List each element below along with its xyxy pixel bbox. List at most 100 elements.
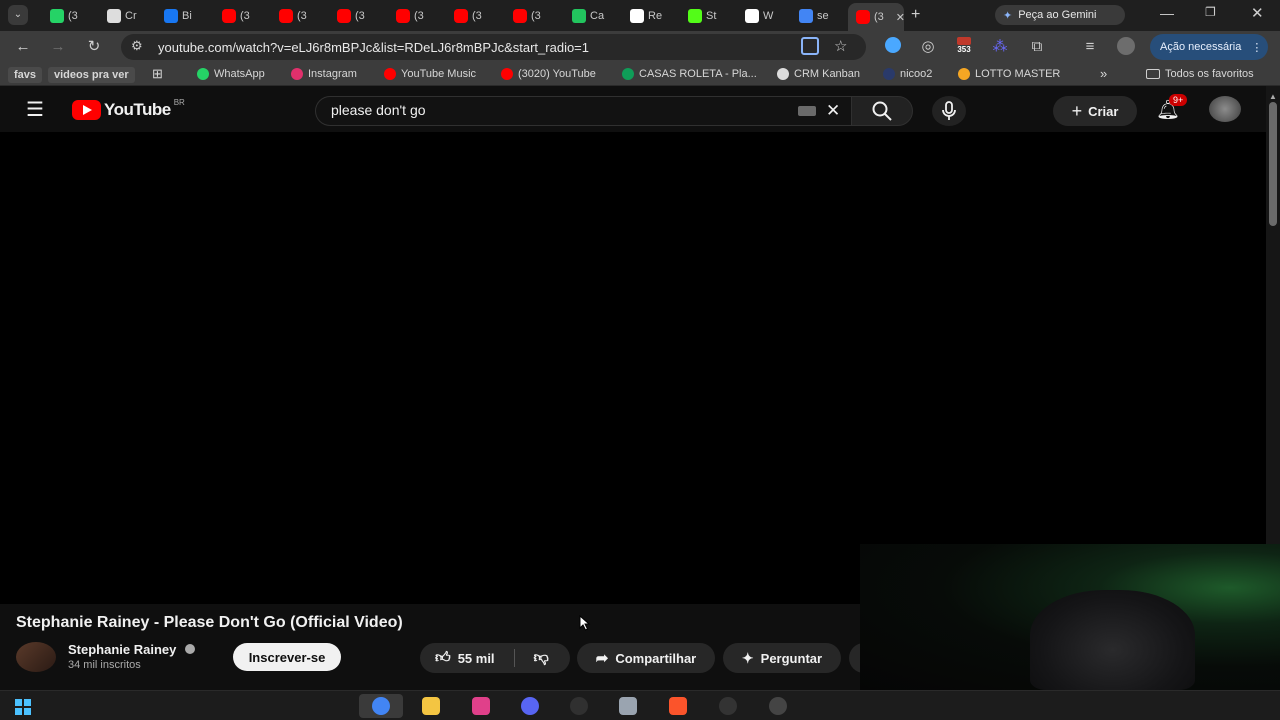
ask-label: Perguntar bbox=[760, 650, 823, 666]
bookmark-item[interactable]: videos pra ver bbox=[48, 67, 135, 83]
browser-tab[interactable]: St bbox=[680, 4, 734, 27]
gemini-button[interactable]: ✦ Peça ao Gemini bbox=[995, 5, 1125, 25]
taskbar-app[interactable] bbox=[706, 694, 750, 718]
browser-tab[interactable]: (3 ✕ bbox=[848, 3, 905, 31]
restore-icon[interactable]: ❐ bbox=[1205, 5, 1216, 19]
taskbar-app[interactable] bbox=[656, 694, 700, 718]
share-button[interactable]: ➦ Compartilhar bbox=[577, 643, 715, 673]
youtube-play-logo-icon bbox=[72, 100, 101, 120]
browser-tab[interactable]: Cr bbox=[99, 4, 153, 27]
extension-swirl-icon[interactable]: ◎ bbox=[918, 37, 938, 57]
apps-grid-icon[interactable]: ⊞ bbox=[152, 66, 163, 82]
close-tab-icon[interactable]: ✕ bbox=[896, 11, 905, 24]
account-avatar[interactable] bbox=[1209, 96, 1241, 122]
taskbar-app[interactable] bbox=[409, 694, 453, 718]
extension-badge-icon[interactable]: 353 bbox=[954, 37, 974, 57]
more-bookmarks-chevron-icon[interactable]: » bbox=[1100, 66, 1107, 81]
scroll-up-arrow-icon[interactable]: ▲ bbox=[1269, 92, 1277, 101]
tab-search-chevron-icon[interactable]: ⌄ bbox=[8, 5, 28, 25]
folder-icon bbox=[422, 697, 440, 715]
search-button[interactable] bbox=[851, 96, 913, 126]
address-bar[interactable]: ⚙ youtube.com/watch?v=eLJ6r8mBPJc&list=R… bbox=[121, 34, 866, 60]
bookmark-label: (3020) YouTube bbox=[518, 68, 596, 80]
hamburger-menu-icon[interactable]: ☰ bbox=[26, 97, 44, 122]
tab-label: Cr bbox=[125, 9, 137, 22]
bookmark-item[interactable]: YouTube Music bbox=[384, 68, 476, 80]
all-favorites-folder[interactable]: Todos os favoritos bbox=[1146, 68, 1254, 80]
bookmark-item[interactable]: WhatsApp bbox=[197, 68, 265, 80]
thumbs-down-icon[interactable]: 👎︎ bbox=[534, 649, 549, 667]
channel-avatar[interactable] bbox=[16, 642, 56, 672]
profile-avatar-icon[interactable] bbox=[1117, 37, 1135, 55]
bookmark-star-icon[interactable]: ☆ bbox=[834, 37, 847, 55]
kick-icon bbox=[688, 8, 702, 23]
taskbar-app[interactable] bbox=[606, 694, 650, 718]
menu-kebab-icon[interactable]: ⋮ bbox=[1251, 41, 1262, 54]
whatsapp-icon bbox=[197, 68, 209, 80]
bookmark-item[interactable]: favs bbox=[8, 67, 43, 83]
like-count[interactable]: 55 mil bbox=[458, 651, 495, 666]
taskbar-app[interactable] bbox=[359, 694, 403, 718]
bookmark-item[interactable]: nicoo2 bbox=[883, 68, 932, 80]
bookmark-item[interactable]: CRM Kanban bbox=[777, 68, 860, 80]
extensions-puzzle-icon[interactable]: ⧉ bbox=[1027, 37, 1047, 57]
extension-blue-icon[interactable] bbox=[885, 37, 901, 53]
browser-tab[interactable]: (3 bbox=[446, 4, 500, 27]
windows-start-icon[interactable] bbox=[15, 699, 31, 720]
action-needed-button[interactable]: Ação necessária ⋮ bbox=[1150, 34, 1268, 60]
video-player[interactable] bbox=[0, 132, 1266, 604]
browser-tab[interactable]: (3 bbox=[505, 4, 559, 27]
taskbar-app[interactable] bbox=[756, 694, 800, 718]
youtube-icon bbox=[501, 68, 513, 80]
back-arrow-icon[interactable]: ← bbox=[13, 37, 33, 57]
browser-tab[interactable]: W bbox=[737, 4, 791, 27]
taskbar-app[interactable] bbox=[557, 694, 601, 718]
cast-install-icon[interactable] bbox=[801, 37, 819, 55]
browser-tab[interactable]: Ca bbox=[564, 4, 618, 27]
channel-name[interactable]: Stephanie Rainey bbox=[68, 642, 195, 657]
ask-button[interactable]: ✦ Perguntar bbox=[723, 643, 841, 673]
bookmark-label: CRM Kanban bbox=[794, 68, 861, 80]
thumbs-up-icon[interactable]: 👍︎ bbox=[435, 649, 451, 667]
browser-tab[interactable]: (3 bbox=[388, 4, 442, 27]
keyboard-icon[interactable] bbox=[798, 106, 816, 116]
tab-label: Bi bbox=[182, 9, 192, 22]
tab-label: Re bbox=[648, 9, 663, 22]
browser-tab[interactable]: (3 bbox=[271, 4, 325, 27]
media-controls-icon[interactable]: ≡ bbox=[1080, 37, 1100, 57]
taskbar-app[interactable] bbox=[508, 694, 552, 718]
close-window-icon[interactable]: ✕ bbox=[1251, 4, 1264, 22]
youtube-logo[interactable]: YouTube BR bbox=[72, 98, 185, 120]
taskbar-app[interactable] bbox=[459, 694, 503, 718]
youtube-icon bbox=[279, 8, 293, 23]
bookmark-item[interactable]: CASAS ROLETA - Pla... bbox=[622, 68, 757, 80]
whatsapp-icon bbox=[50, 8, 64, 23]
forward-arrow-icon[interactable]: → bbox=[48, 37, 68, 57]
browser-tab[interactable]: se bbox=[791, 4, 845, 27]
search-input[interactable] bbox=[331, 102, 771, 118]
site-settings-icon[interactable]: ⚙ bbox=[131, 38, 143, 54]
new-tab-plus-icon[interactable]: + bbox=[911, 6, 920, 24]
browser-tab[interactable]: Re bbox=[622, 4, 676, 27]
reload-icon[interactable]: ↻ bbox=[84, 37, 104, 57]
subscribe-button[interactable]: Inscrever-se bbox=[233, 643, 341, 671]
create-button[interactable]: + Criar bbox=[1053, 96, 1137, 126]
minimize-icon[interactable]: — bbox=[1160, 5, 1174, 21]
notifications-button[interactable]: 🔔︎ 9+ bbox=[1156, 94, 1188, 122]
browser-tab[interactable]: (3 bbox=[214, 4, 268, 27]
microphone-icon bbox=[942, 101, 956, 120]
extension-wave-icon[interactable]: ⁂ bbox=[990, 37, 1010, 57]
bookmark-item[interactable]: Instagram bbox=[291, 68, 357, 80]
browser-tab[interactable]: Bi bbox=[156, 4, 210, 27]
browser-tab[interactable]: (3 bbox=[42, 4, 96, 27]
scrollbar-thumb[interactable] bbox=[1269, 102, 1277, 226]
browser-tab[interactable]: (3 bbox=[329, 4, 383, 27]
verified-check-icon bbox=[185, 644, 195, 654]
clear-search-icon[interactable]: ✕ bbox=[826, 101, 840, 121]
url-text: youtube.com/watch?v=eLJ6r8mBPJc&list=RDe… bbox=[158, 40, 590, 55]
share-label: Compartilhar bbox=[615, 650, 697, 666]
bookmark-item[interactable]: (3020) YouTube bbox=[501, 68, 596, 80]
notepad-icon bbox=[619, 697, 637, 715]
voice-search-button[interactable] bbox=[932, 96, 966, 126]
bookmark-item[interactable]: LOTTO MASTER bbox=[958, 68, 1060, 80]
